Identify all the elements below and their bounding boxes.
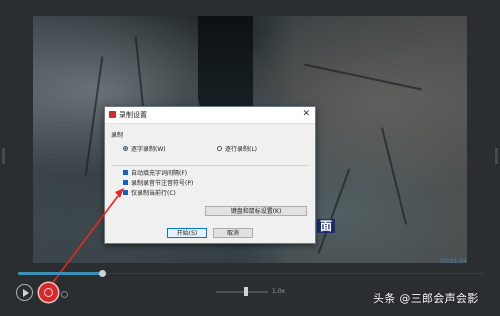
- checkbox-icon[interactable]: [123, 190, 128, 195]
- subtitle-text[interactable]: 面: [317, 219, 336, 233]
- record-settings-dialog: 录制设置 ✕ 录制 逐字录制(W) 逐行录制(L) 自动填充字词间隔(F) 录制…: [104, 106, 316, 244]
- checkbox-note-symbol[interactable]: 录制录音节注音符号(P): [123, 180, 193, 188]
- keyboard-mouse-settings-button[interactable]: 键盘和鼠标设置(K): [205, 206, 307, 216]
- checkbox-auto-fill-label: 自动填充字词间隔(F): [131, 170, 188, 177]
- start-button[interactable]: 开始(S): [167, 228, 207, 238]
- options-icon[interactable]: [61, 291, 68, 298]
- play-button[interactable]: [16, 284, 33, 301]
- timeline-progress[interactable]: [18, 272, 104, 275]
- checkbox-icon[interactable]: [123, 170, 128, 175]
- radio-word-label: 逐字录制(W): [131, 146, 166, 153]
- checkbox-current-line[interactable]: 仅录制当前行(C): [123, 190, 176, 198]
- watermark: 头条 @三郎会声会影: [373, 292, 479, 305]
- checkbox-current-line-label: 仅录制当前行(C): [131, 190, 176, 197]
- cancel-button[interactable]: 取消: [213, 228, 253, 238]
- divider: [111, 165, 309, 166]
- scrubber-handle[interactable]: [99, 270, 106, 277]
- dialog-title: 录制设置: [119, 111, 147, 119]
- speed-slider[interactable]: [216, 291, 268, 293]
- checkbox-note-symbol-label: 录制录音节注音符号(P): [131, 180, 194, 187]
- checkbox-auto-fill[interactable]: 自动填充字词间隔(F): [123, 170, 187, 178]
- close-icon[interactable]: ✕: [302, 109, 310, 120]
- radio-line-by-line[interactable]: 逐行录制(L): [217, 146, 257, 154]
- speed-label: 1.0x: [272, 288, 286, 295]
- timeline-track[interactable]: [106, 273, 484, 274]
- radio-unselected-icon[interactable]: [217, 146, 222, 151]
- record-group-label: 录制: [111, 132, 124, 139]
- right-panel-handle[interactable]: [495, 148, 498, 164]
- checkbox-icon[interactable]: [123, 180, 128, 185]
- preview-texture: [84, 56, 104, 176]
- app-window: 面 00:01:04 录制设置 ✕ 录制 逐字录制(W) 逐行录制(L) 自动填…: [0, 0, 500, 316]
- preview-texture: [304, 63, 422, 91]
- radio-line-label: 逐行录制(L): [225, 146, 258, 153]
- radio-word-by-word[interactable]: 逐字录制(W): [123, 146, 166, 154]
- left-panel-handle[interactable]: [2, 148, 5, 164]
- preview-texture: [380, 127, 408, 225]
- record-button[interactable]: [39, 283, 58, 302]
- preview-texture: [317, 168, 351, 254]
- preview-timecode: 00:01:04: [440, 258, 467, 265]
- speed-slider-handle[interactable]: [244, 287, 248, 296]
- app-icon: [109, 111, 116, 118]
- radio-selected-icon[interactable]: [123, 146, 128, 151]
- dialog-titlebar[interactable]: 录制设置 ✕: [105, 107, 315, 124]
